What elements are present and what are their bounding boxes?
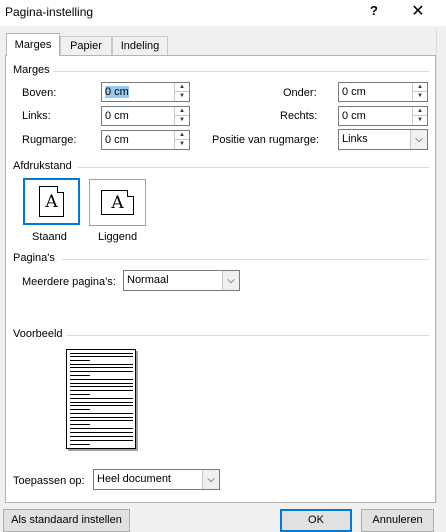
orientation-heading: Afdrukstand	[13, 160, 72, 172]
portrait-option[interactable]: A	[23, 178, 80, 225]
spin-up-icon[interactable]: ▲	[175, 107, 189, 116]
pages-divider	[62, 259, 429, 260]
chevron-down-icon[interactable]: ⌵	[410, 130, 427, 149]
cancel-button[interactable]: Annuleren	[361, 509, 434, 532]
gutter-stepper[interactable]: 0 cm ▲ ▼	[101, 130, 190, 150]
orientation-divider	[78, 167, 429, 168]
right-margin-stepper[interactable]: 0 cm ▲ ▼	[338, 106, 428, 126]
right-margin-value[interactable]: 0 cm	[342, 110, 366, 122]
spin-down-icon[interactable]: ▼	[175, 140, 189, 149]
dialog-title: Pagina-instelling	[5, 5, 94, 19]
left-margin-label: Links:	[22, 110, 51, 122]
landscape-page-icon: A	[101, 190, 134, 215]
portrait-page-glyph: A	[45, 192, 58, 212]
top-margin-stepper[interactable]: 0 cm ▲ ▼	[101, 82, 190, 102]
multiple-pages-value: Normaal	[127, 274, 169, 286]
left-margin-stepper[interactable]: 0 cm ▲ ▼	[101, 106, 190, 126]
left-margin-value[interactable]: 0 cm	[105, 110, 129, 122]
spin-down-icon[interactable]: ▼	[175, 116, 189, 125]
spin-down-icon[interactable]: ▼	[413, 116, 427, 125]
gutter-position-label: Positie van rugmarge:	[212, 134, 319, 146]
bottom-margin-label: Onder:	[283, 87, 317, 99]
spin-up-icon[interactable]: ▲	[413, 107, 427, 116]
tab-marges[interactable]: Marges	[6, 33, 60, 56]
spin-down-icon[interactable]: ▼	[175, 92, 189, 101]
bottom-margin-value[interactable]: 0 cm	[342, 86, 366, 98]
top-margin-value[interactable]: 0 cm	[105, 86, 129, 98]
portrait-page-icon: A	[39, 186, 64, 217]
spin-up-icon[interactable]: ▲	[413, 83, 427, 92]
multiple-pages-label: Meerdere pagina's:	[22, 276, 116, 288]
preview-divider	[67, 335, 429, 336]
chevron-down-icon[interactable]: ⌵	[202, 470, 219, 489]
tab-papier[interactable]: Papier	[60, 36, 112, 55]
help-button[interactable]: ?	[370, 3, 378, 18]
apply-to-label: Toepassen op:	[13, 475, 85, 487]
tab-indeling[interactable]: Indeling	[112, 36, 168, 55]
bottom-margin-stepper[interactable]: 0 cm ▲ ▼	[338, 82, 428, 102]
landscape-label[interactable]: Liggend	[98, 231, 137, 243]
page-preview	[66, 349, 136, 449]
margins-heading: Marges	[13, 64, 50, 76]
right-margin-label: Rechts:	[280, 110, 318, 122]
apply-to-value: Heel document	[97, 473, 171, 485]
spin-up-icon[interactable]: ▲	[175, 131, 189, 140]
set-default-button[interactable]: Als standaard instellen	[3, 509, 130, 532]
spin-down-icon[interactable]: ▼	[413, 92, 427, 101]
close-button[interactable]: ✕	[405, 2, 431, 24]
gutter-label: Rugmarge:	[22, 134, 77, 146]
gutter-position-select[interactable]: Links ⌵	[338, 129, 428, 150]
multiple-pages-select[interactable]: Normaal ⌵	[123, 270, 240, 291]
landscape-page-glyph: A	[111, 193, 124, 213]
ok-button[interactable]: OK	[280, 509, 352, 532]
side-scroll-strip	[436, 30, 446, 502]
title-bar: Pagina-instelling ? ✕	[0, 0, 446, 26]
pages-heading: Pagina's	[13, 252, 55, 264]
top-margin-label: Boven:	[22, 87, 57, 99]
spin-up-icon[interactable]: ▲	[175, 83, 189, 92]
landscape-option[interactable]: A	[89, 179, 146, 226]
chevron-down-icon[interactable]: ⌵	[222, 271, 239, 290]
apply-to-select[interactable]: Heel document ⌵	[93, 469, 220, 490]
margins-divider	[53, 71, 429, 72]
preview-heading: Voorbeeld	[13, 328, 63, 340]
portrait-label[interactable]: Staand	[32, 231, 67, 243]
gutter-value[interactable]: 0 cm	[105, 134, 129, 146]
gutter-position-value: Links	[342, 133, 368, 145]
